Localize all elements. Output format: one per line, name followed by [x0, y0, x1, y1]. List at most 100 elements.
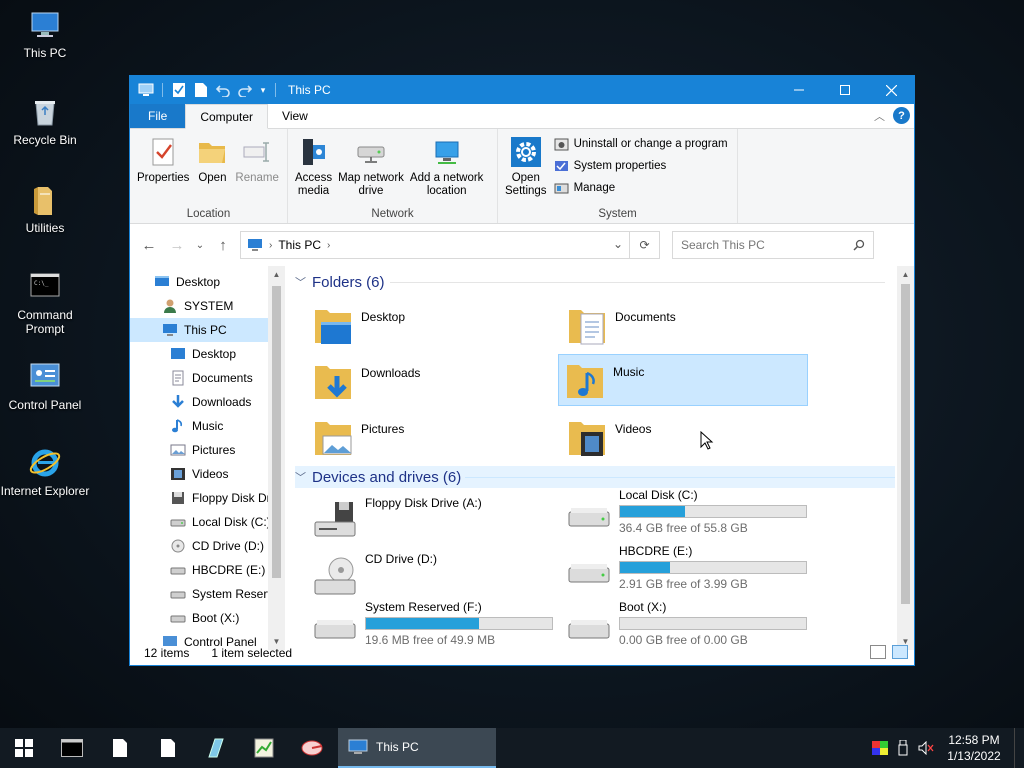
folders-group-header[interactable]: ﹀ Folders (6) — [295, 271, 885, 293]
access-media-button[interactable]: Access media — [292, 133, 335, 200]
recent-locations-button[interactable]: ⌄ — [194, 234, 206, 256]
properties-button[interactable]: Properties — [134, 133, 192, 187]
nav-item-this-pc[interactable]: This PC — [130, 318, 270, 342]
chevron-right-icon[interactable]: › — [269, 240, 272, 251]
nav-item-local-disk-c[interactable]: Local Disk (C:) — [130, 510, 270, 534]
redo-icon[interactable] — [235, 80, 255, 100]
nav-item-desktop[interactable]: Desktop — [130, 342, 270, 366]
scroll-thumb[interactable] — [901, 284, 910, 604]
downloads-icon — [172, 395, 184, 408]
customize-qat-icon[interactable]: ▾ — [257, 80, 269, 100]
search-input[interactable]: Search This PC — [672, 231, 874, 259]
scroll-thumb[interactable] — [272, 286, 281, 578]
nav-item-documents[interactable]: Documents — [130, 366, 270, 390]
nav-item-downloads[interactable]: Downloads — [130, 390, 270, 414]
show-desktop-button[interactable] — [1014, 728, 1018, 768]
scroll-up-icon[interactable]: ▲ — [897, 266, 914, 283]
drives-group-header[interactable]: ﹀ Devices and drives (6) — [295, 466, 895, 488]
tab-file[interactable]: File — [130, 104, 186, 128]
drive-hbcdre-e[interactable]: HBCDRE (E:) 2.91 GB free of 3.99 GB — [561, 542, 811, 598]
uninstall-program-button[interactable]: Uninstall or change a program — [554, 136, 728, 152]
nav-item-floppy[interactable]: Floppy Disk Dri — [130, 486, 270, 510]
chart-app-icon — [254, 738, 274, 758]
add-network-location-button[interactable]: Add a network location — [407, 133, 487, 200]
drive-floppy-a[interactable]: Floppy Disk Drive (A:) — [307, 492, 557, 548]
drive-local-disk-c[interactable]: Local Disk (C:) 36.4 GB free of 55.8 GB — [561, 486, 811, 542]
clock[interactable]: 12:58 PM 1/13/2022 — [944, 732, 1004, 764]
taskbar-command-prompt[interactable] — [48, 728, 96, 768]
tiles-view-button[interactable] — [892, 645, 908, 659]
desktop-icon-this-pc[interactable]: This PC — [0, 8, 90, 60]
address-bar[interactable]: › This PC › ⌄ ⟳ — [240, 231, 660, 259]
nav-item-videos[interactable]: Videos — [130, 462, 270, 486]
maximize-button[interactable] — [822, 76, 868, 104]
nav-item-label: Pictures — [192, 443, 236, 457]
tab-view[interactable]: View — [268, 104, 322, 128]
desktop-icon-recycle-bin[interactable]: Recycle Bin — [0, 95, 90, 147]
folder-downloads[interactable]: Downloads — [307, 356, 557, 408]
help-icon[interactable]: ? — [893, 107, 910, 124]
taskbar-app-3[interactable] — [288, 728, 336, 768]
selection-count: 1 item selected — [211, 646, 293, 660]
chevron-right-icon[interactable]: › — [327, 240, 330, 251]
minimize-button[interactable] — [776, 76, 822, 104]
open-settings-button[interactable]: Open Settings — [502, 133, 550, 200]
map-network-drive-button[interactable]: Map network drive — [335, 133, 407, 200]
scroll-up-icon[interactable]: ▲ — [268, 266, 285, 283]
manage-button[interactable]: Manage — [554, 180, 728, 196]
glass-app-icon — [208, 738, 224, 758]
nav-scrollbar[interactable]: ▲ ▼ — [268, 266, 285, 650]
taskbar-document-2[interactable] — [144, 728, 192, 768]
taskbar-app-1[interactable] — [192, 728, 240, 768]
system-properties-button[interactable]: System properties — [554, 158, 728, 174]
desktop-icon-internet-explorer[interactable]: Internet Explorer — [0, 446, 90, 498]
forward-button[interactable]: → — [166, 234, 188, 256]
new-folder-qat-icon[interactable] — [191, 80, 211, 100]
usb-icon[interactable] — [898, 740, 908, 756]
start-button[interactable] — [0, 728, 48, 768]
nav-item-system[interactable]: SYSTEM — [130, 294, 270, 318]
properties-qat-icon[interactable] — [169, 80, 189, 100]
desktop-icon-label: This PC — [23, 46, 67, 60]
nav-item-music[interactable]: Music — [130, 414, 270, 438]
collapse-ribbon-icon[interactable]: ︿ — [874, 108, 885, 124]
breadcrumb-this-pc[interactable]: This PC — [278, 238, 321, 252]
windows-logo-icon — [15, 739, 33, 757]
nav-item-label: Local Disk (C:) — [192, 515, 270, 529]
folder-documents[interactable]: Documents — [561, 300, 811, 352]
volume-muted-icon[interactable] — [918, 741, 934, 755]
desktop-icon-command-prompt[interactable]: C:\_ Command Prompt — [0, 270, 90, 336]
desktop-icon-utilities[interactable]: Utilities — [0, 183, 90, 235]
back-button[interactable]: ← — [138, 234, 160, 256]
address-dropdown-icon[interactable]: ⌄ — [613, 237, 623, 251]
taskbar-document-1[interactable] — [96, 728, 144, 768]
rename-button[interactable]: Rename — [232, 133, 281, 187]
drive-info: Boot (X:) 0.00 GB free of 0.00 GB — [619, 600, 807, 647]
properties-label: Properties — [137, 172, 190, 184]
folder-videos[interactable]: Videos — [561, 412, 811, 464]
details-view-button[interactable] — [870, 645, 886, 659]
folder-desktop[interactable]: Desktop — [307, 300, 557, 352]
nav-item-boot[interactable]: Boot (X:) — [130, 606, 270, 630]
desktop-icon-control-panel[interactable]: Control Panel — [0, 360, 90, 412]
tab-computer[interactable]: Computer — [185, 104, 269, 129]
color-settings-icon[interactable] — [872, 741, 888, 755]
folder-pictures[interactable]: Pictures — [307, 412, 557, 464]
folder-music[interactable]: Music — [558, 354, 808, 406]
nav-item-pictures[interactable]: Pictures — [130, 438, 270, 462]
items-scrollbar[interactable]: ▲ ▼ — [897, 266, 914, 650]
up-button[interactable]: ↑ — [212, 234, 234, 256]
taskbar-this-pc[interactable]: This PC — [338, 728, 496, 768]
close-button[interactable] — [868, 76, 914, 104]
open-button[interactable]: Open — [192, 133, 232, 187]
nav-item-cd-drive[interactable]: CD Drive (D:) — [130, 534, 270, 558]
nav-item-hbcdre[interactable]: HBCDRE (E:) — [130, 558, 270, 582]
ribbon-group-label: Location — [186, 208, 231, 220]
undo-icon[interactable] — [213, 80, 233, 100]
drive-cd-d[interactable]: CD Drive (D:) — [307, 548, 557, 604]
nav-item-desktop-root[interactable]: Desktop — [130, 270, 270, 294]
taskbar-app-2[interactable] — [240, 728, 288, 768]
nav-item-system-reserved[interactable]: System Reserve — [130, 582, 270, 606]
refresh-button[interactable]: ⟳ — [629, 232, 659, 258]
chevron-down-icon: ﹀ — [295, 277, 306, 289]
